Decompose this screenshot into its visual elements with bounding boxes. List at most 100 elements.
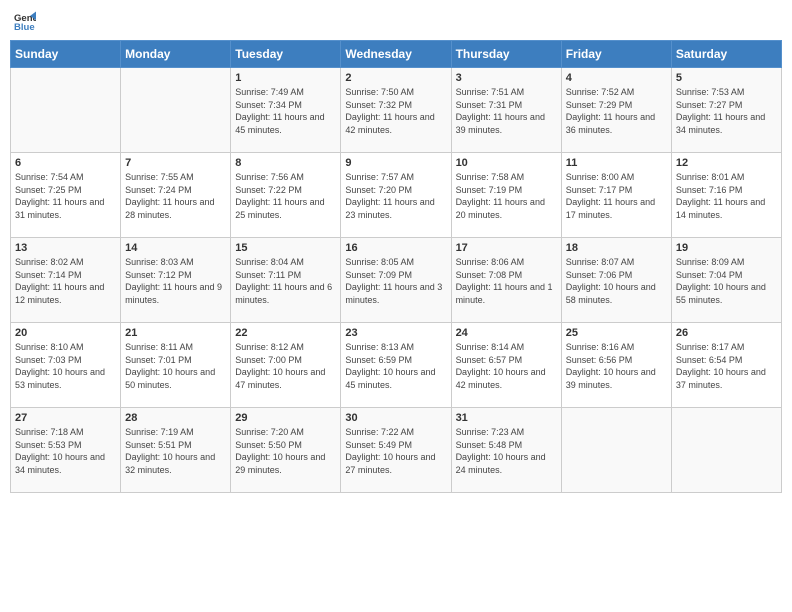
calendar-cell: 28 Sunrise: 7:19 AMSunset: 5:51 PMDayligh…	[121, 408, 231, 493]
cell-details: Sunrise: 8:01 AMSunset: 7:16 PMDaylight:…	[676, 171, 777, 221]
day-number: 14	[125, 242, 226, 254]
logo-icon: General Blue	[14, 10, 36, 32]
calendar-cell: 26 Sunrise: 8:17 AMSunset: 6:54 PMDayligh…	[671, 323, 781, 408]
day-number: 25	[566, 327, 667, 339]
calendar-cell	[11, 68, 121, 153]
weekday-header-thursday: Thursday	[451, 41, 561, 68]
cell-details: Sunrise: 8:16 AMSunset: 6:56 PMDaylight:…	[566, 341, 667, 391]
calendar-cell	[671, 408, 781, 493]
calendar-cell: 21 Sunrise: 8:11 AMSunset: 7:01 PMDayligh…	[121, 323, 231, 408]
cell-details: Sunrise: 8:02 AMSunset: 7:14 PMDaylight:…	[15, 256, 116, 306]
cell-details: Sunrise: 7:49 AMSunset: 7:34 PMDaylight:…	[235, 86, 336, 136]
cell-details: Sunrise: 8:05 AMSunset: 7:09 PMDaylight:…	[345, 256, 446, 306]
weekday-header-friday: Friday	[561, 41, 671, 68]
day-number: 19	[676, 242, 777, 254]
day-number: 24	[456, 327, 557, 339]
calendar-cell: 27 Sunrise: 7:18 AMSunset: 5:53 PMDayligh…	[11, 408, 121, 493]
day-number: 26	[676, 327, 777, 339]
calendar-cell: 11Sunrise: 8:00 AMSunset: 7:17 PMDayligh…	[561, 153, 671, 238]
calendar-cell: 1Sunrise: 7:49 AMSunset: 7:34 PMDaylight…	[231, 68, 341, 153]
calendar-week-row: 20Sunrise: 8:10 AMSunset: 7:03 PMDayligh…	[11, 323, 782, 408]
cell-details: Sunrise: 7:51 AMSunset: 7:31 PMDaylight:…	[456, 86, 557, 136]
cell-details: Sunrise: 8:04 AMSunset: 7:11 PMDaylight:…	[235, 256, 336, 306]
calendar-cell: 29 Sunrise: 7:20 AMSunset: 5:50 PMDayligh…	[231, 408, 341, 493]
day-number: 28	[125, 412, 226, 424]
logo: General Blue	[14, 10, 40, 32]
weekday-header-tuesday: Tuesday	[231, 41, 341, 68]
day-number: 23	[345, 327, 446, 339]
weekday-header-wednesday: Wednesday	[341, 41, 451, 68]
cell-details: Sunrise: 8:13 AMSunset: 6:59 PMDaylight:…	[345, 341, 446, 391]
day-number: 31	[456, 412, 557, 424]
svg-text:Blue: Blue	[14, 22, 35, 32]
calendar-cell: 20Sunrise: 8:10 AMSunset: 7:03 PMDayligh…	[11, 323, 121, 408]
calendar-cell: 31 Sunrise: 7:23 AMSunset: 5:48 PMDayligh…	[451, 408, 561, 493]
cell-details: Sunrise: 8:09 AMSunset: 7:04 PMDaylight:…	[676, 256, 777, 306]
weekday-header-monday: Monday	[121, 41, 231, 68]
cell-details: Sunrise: 7:18 AMSunset: 5:53 PMDaylight:…	[15, 426, 116, 476]
day-number: 2	[345, 72, 446, 84]
cell-details: Sunrise: 7:53 AMSunset: 7:27 PMDaylight:…	[676, 86, 777, 136]
cell-details: Sunrise: 7:19 AMSunset: 5:51 PMDaylight:…	[125, 426, 226, 476]
calendar-cell: 23 Sunrise: 8:13 AMSunset: 6:59 PMDayligh…	[341, 323, 451, 408]
calendar-cell: 14 Sunrise: 8:03 AMSunset: 7:12 PMDayligh…	[121, 238, 231, 323]
day-number: 12	[676, 157, 777, 169]
cell-details: Sunrise: 7:55 AMSunset: 7:24 PMDaylight:…	[125, 171, 226, 221]
calendar-cell	[561, 408, 671, 493]
weekday-header-sunday: Sunday	[11, 41, 121, 68]
calendar-cell: 8Sunrise: 7:56 AMSunset: 7:22 PMDaylight…	[231, 153, 341, 238]
calendar-cell: 25 Sunrise: 8:16 AMSunset: 6:56 PMDayligh…	[561, 323, 671, 408]
cell-details: Sunrise: 7:50 AMSunset: 7:32 PMDaylight:…	[345, 86, 446, 136]
day-number: 20	[15, 327, 116, 339]
day-number: 13	[15, 242, 116, 254]
cell-details: Sunrise: 8:00 AMSunset: 7:17 PMDaylight:…	[566, 171, 667, 221]
day-number: 5	[676, 72, 777, 84]
day-number: 29	[235, 412, 336, 424]
calendar-cell: 22Sunrise: 8:12 AMSunset: 7:00 PMDayligh…	[231, 323, 341, 408]
cell-details: Sunrise: 8:07 AMSunset: 7:06 PMDaylight:…	[566, 256, 667, 306]
cell-details: Sunrise: 7:20 AMSunset: 5:50 PMDaylight:…	[235, 426, 336, 476]
calendar-cell: 5 Sunrise: 7:53 AMSunset: 7:27 PMDaylight…	[671, 68, 781, 153]
calendar-week-row: 27 Sunrise: 7:18 AMSunset: 5:53 PMDayligh…	[11, 408, 782, 493]
calendar-cell: 4 Sunrise: 7:52 AMSunset: 7:29 PMDaylight…	[561, 68, 671, 153]
calendar-cell: 9 Sunrise: 7:57 AMSunset: 7:20 PMDaylight…	[341, 153, 451, 238]
calendar-cell: 13 Sunrise: 8:02 AMSunset: 7:14 PMDayligh…	[11, 238, 121, 323]
cell-details: Sunrise: 7:56 AMSunset: 7:22 PMDaylight:…	[235, 171, 336, 221]
cell-details: Sunrise: 7:23 AMSunset: 5:48 PMDaylight:…	[456, 426, 557, 476]
weekday-header-row: SundayMondayTuesdayWednesdayThursdayFrid…	[11, 41, 782, 68]
cell-details: Sunrise: 8:06 AMSunset: 7:08 PMDaylight:…	[456, 256, 557, 306]
calendar-cell: 3 Sunrise: 7:51 AMSunset: 7:31 PMDaylight…	[451, 68, 561, 153]
day-number: 10	[456, 157, 557, 169]
day-number: 30	[345, 412, 446, 424]
calendar-cell: 15 Sunrise: 8:04 AMSunset: 7:11 PMDayligh…	[231, 238, 341, 323]
calendar-cell: 24Sunrise: 8:14 AMSunset: 6:57 PMDayligh…	[451, 323, 561, 408]
cell-details: Sunrise: 7:57 AMSunset: 7:20 PMDaylight:…	[345, 171, 446, 221]
day-number: 21	[125, 327, 226, 339]
day-number: 7	[125, 157, 226, 169]
calendar-cell: 10Sunrise: 7:58 AMSunset: 7:19 PMDayligh…	[451, 153, 561, 238]
cell-details: Sunrise: 7:22 AMSunset: 5:49 PMDaylight:…	[345, 426, 446, 476]
day-number: 27	[15, 412, 116, 424]
calendar-cell: 2 Sunrise: 7:50 AMSunset: 7:32 PMDaylight…	[341, 68, 451, 153]
day-number: 3	[456, 72, 557, 84]
day-number: 18	[566, 242, 667, 254]
day-number: 9	[345, 157, 446, 169]
calendar-cell: 16 Sunrise: 8:05 AMSunset: 7:09 PMDayligh…	[341, 238, 451, 323]
cell-details: Sunrise: 8:03 AMSunset: 7:12 PMDaylight:…	[125, 256, 226, 306]
day-number: 17	[456, 242, 557, 254]
calendar-table: SundayMondayTuesdayWednesdayThursdayFrid…	[10, 40, 782, 493]
weekday-header-saturday: Saturday	[671, 41, 781, 68]
calendar-cell: 17 Sunrise: 8:06 AMSunset: 7:08 PMDayligh…	[451, 238, 561, 323]
day-number: 15	[235, 242, 336, 254]
cell-details: Sunrise: 8:11 AMSunset: 7:01 PMDaylight:…	[125, 341, 226, 391]
day-number: 16	[345, 242, 446, 254]
cell-details: Sunrise: 7:52 AMSunset: 7:29 PMDaylight:…	[566, 86, 667, 136]
cell-details: Sunrise: 8:12 AMSunset: 7:00 PMDaylight:…	[235, 341, 336, 391]
cell-details: Sunrise: 8:17 AMSunset: 6:54 PMDaylight:…	[676, 341, 777, 391]
cell-details: Sunrise: 7:54 AMSunset: 7:25 PMDaylight:…	[15, 171, 116, 221]
calendar-cell: 30 Sunrise: 7:22 AMSunset: 5:49 PMDayligh…	[341, 408, 451, 493]
calendar-cell: 18 Sunrise: 8:07 AMSunset: 7:06 PMDayligh…	[561, 238, 671, 323]
calendar-week-row: 13 Sunrise: 8:02 AMSunset: 7:14 PMDayligh…	[11, 238, 782, 323]
day-number: 4	[566, 72, 667, 84]
calendar-cell: 6Sunrise: 7:54 AMSunset: 7:25 PMDaylight…	[11, 153, 121, 238]
